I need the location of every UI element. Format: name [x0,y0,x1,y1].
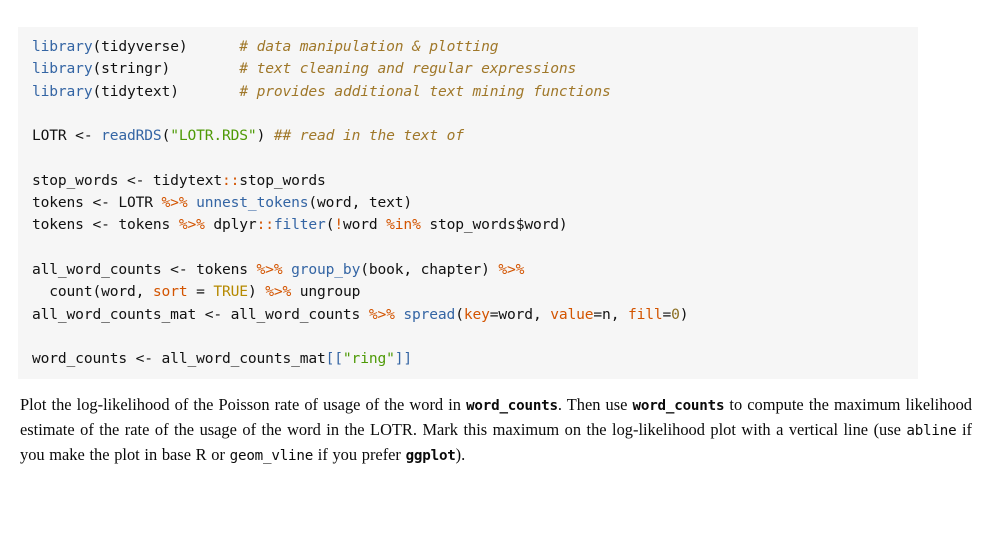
document-page: library(tidyverse) # data manipulation &… [0,0,993,538]
code-token: :: [256,216,274,234]
code-token: key [463,305,490,323]
code-token: all_word_counts <- tokens [32,260,257,278]
code-token: 0 [671,305,680,323]
code-token: "ring" [342,350,395,368]
code-line: tokens <- LOTR %>% unnest_tokens(word, t… [32,192,918,214]
code-token: ! [334,216,343,234]
inline-code: word_counts [466,398,558,414]
code-token: =word, [489,305,551,323]
code-token: dplyr [204,216,257,234]
code-token: library [32,82,93,100]
code-token: tokens <- tokens [32,216,179,234]
code-line: all_word_counts_mat <- all_word_counts %… [32,304,918,326]
code-block: library(tidyverse) # data manipulation &… [18,27,918,380]
code-token: count(word, [32,283,153,301]
code-token: [[ [325,350,343,368]
code-token: :: [222,171,240,189]
code-token: group_by [291,260,361,278]
code-line: library(tidytext) # provides additional … [32,81,918,103]
code-token: sort [152,283,188,301]
code-token: %>% [265,283,292,301]
code-line: tokens <- tokens %>% dplyr::filter(!word… [32,214,918,236]
code-line: library(stringr) # text cleaning and reg… [32,58,918,80]
code-line: count(word, sort = TRUE) %>% ungroup [32,281,918,303]
code-token: # text cleaning and regular expressions [239,60,577,78]
code-token: stop_words$word) [420,216,568,234]
prose-text: . Then use [557,395,633,414]
code-token: unnest_tokens [196,194,309,212]
code-line: word_counts <- all_word_counts_mat[["rin… [32,348,918,370]
code-token: LOTR <- [32,127,102,145]
code-line [32,103,918,125]
exercise-prompt-paragraph: Plot the log-likelihood of the Poisson r… [20,393,972,469]
code-token: ## read in the text of [273,127,464,145]
prose-text: ). [455,445,466,465]
inline-code: ggplot [405,448,456,465]
code-line [32,237,918,259]
code-token: word [342,216,387,234]
code-token: (tidyverse) [92,38,188,55]
code-token: ) [256,127,274,145]
code-token: ( [161,127,171,145]
code-token: word_counts <- all_word_counts_mat [32,350,326,368]
prose-text: if you prefer [313,445,406,465]
code-token: value [550,305,594,323]
code-token: stop_words <- tidytext [32,171,222,189]
code-token: fill [627,305,663,323]
code-token: %>% [178,216,205,234]
code-token: stop_words [239,171,326,189]
code-token: (stringr) [92,60,171,78]
code-token: = [187,283,214,301]
code-token: "LOTR.RDS" [170,127,257,145]
prose-text: Plot the log-likelihood of the Poisson r… [20,395,467,414]
code-token: readRDS [101,127,162,145]
code-token: (book, chapter) [360,260,499,278]
code-token: tokens <- LOTR [32,194,162,212]
code-token: %in% [386,216,421,234]
code-line [32,326,918,348]
code-token: ) [247,283,266,301]
code-token: filter [273,216,326,234]
code-token: # data manipulation & plotting [239,38,499,55]
code-line: LOTR <- readRDS("LOTR.RDS") ## read in t… [32,125,918,147]
code-line: all_word_counts <- tokens %>% group_by(b… [32,259,918,281]
code-line [32,147,918,169]
code-line: library(tidyverse) # data manipulation &… [32,36,918,58]
code-token: ) [679,305,689,323]
code-token: library [32,60,93,78]
code-token: TRUE [213,283,248,301]
code-token: # provides additional text mining functi… [239,82,611,100]
code-token: %>% [368,305,395,323]
code-token: ]] [394,350,413,368]
inline-code: geom_vline [229,448,314,465]
code-token: %>% [161,194,188,212]
inline-code: word_counts [632,398,725,414]
code-token: ungroup [291,283,361,301]
code-token: =n, [593,305,628,323]
code-token: all_word_counts_mat <- all_word_counts [32,305,369,323]
code-token: (word, text) [308,194,413,212]
inline-code: abline [906,423,957,440]
code-token: %>% [498,260,525,278]
code-token: (tidytext) [92,82,179,100]
code-token: = [662,305,672,323]
code-token: library [32,38,93,55]
code-token: ( [455,305,464,323]
code-token: %>% [256,260,283,278]
code-line: stop_words <- tidytext::stop_words [32,170,918,192]
code-token: spread [403,305,456,323]
